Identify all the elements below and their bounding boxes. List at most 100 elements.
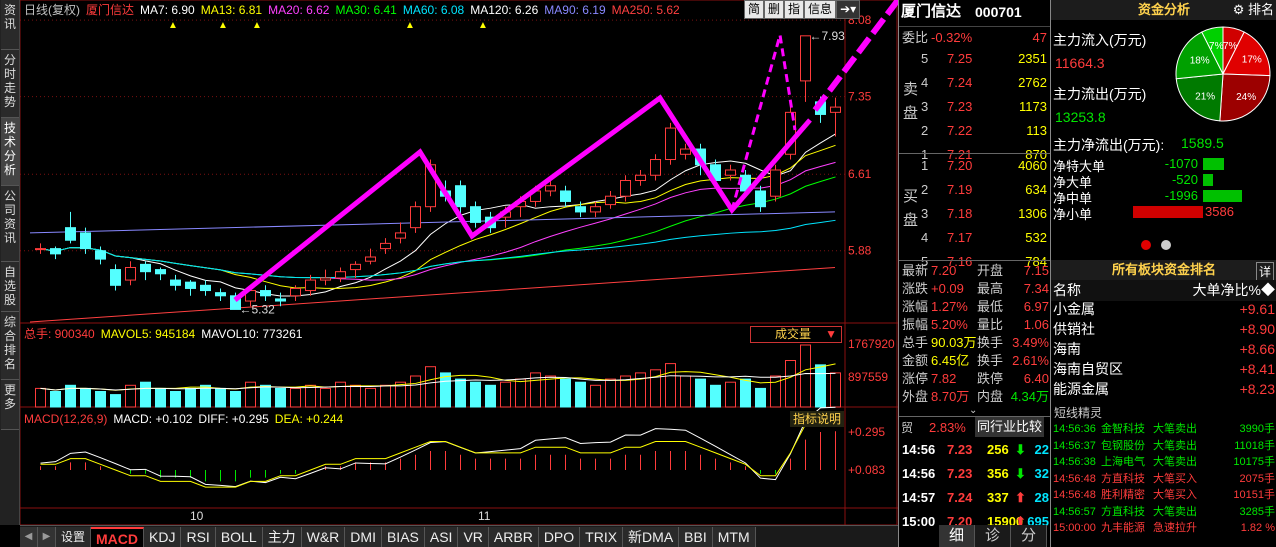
left-tab-4[interactable]: 自选股 bbox=[1, 262, 19, 312]
indicator-tab-9[interactable]: ASI bbox=[424, 526, 459, 547]
indicator-tab-2[interactable]: KDJ bbox=[144, 526, 182, 547]
indicator-tab-0[interactable]: 设置 bbox=[56, 526, 92, 547]
indicator-tab-7[interactable]: DMI bbox=[345, 526, 382, 547]
order-volume: 2351 bbox=[1018, 51, 1047, 66]
order-book-row[interactable]: 3 7.18 1306 bbox=[899, 203, 1051, 225]
indicator-tab-3[interactable]: RSI bbox=[181, 526, 216, 547]
left-tab-1[interactable]: 分时走势 bbox=[1, 50, 19, 118]
stat-label: 换手 bbox=[977, 353, 1004, 368]
kline-chart[interactable]: ←7.93 ←5.32 ▲ ▲ ▲ ▲ ▲ 8.08 7.35 6.61 5.88 1767920 89… bbox=[20, 0, 898, 525]
board-row[interactable]: 海南自贸区 +8.41 bbox=[1051, 359, 1276, 380]
toolbar-button-2[interactable]: 指 bbox=[784, 0, 805, 19]
stat-value: 90.03万 bbox=[931, 335, 977, 350]
left-tab-6[interactable]: 更多 bbox=[1, 380, 19, 430]
signal-marker-icon: ▲ bbox=[405, 20, 415, 31]
jl-message[interactable]: 14:56:36 金智科技 大笔卖出 3990手 bbox=[1053, 422, 1276, 437]
left-tab-0[interactable]: 资讯 bbox=[1, 0, 19, 50]
ma-value-3: MA30: 6.41 bbox=[335, 3, 397, 17]
indicator-tab-8[interactable]: BIAS bbox=[381, 526, 425, 547]
stat-value: 8.70万 bbox=[931, 389, 970, 404]
order-book-row[interactable]: 2 7.19 634 bbox=[899, 179, 1051, 201]
low-marker: ←5.32 bbox=[240, 302, 276, 316]
indicator-tab-11[interactable]: ARBR bbox=[488, 526, 539, 547]
indicator-tab-16[interactable]: MTM bbox=[712, 526, 756, 547]
outflow-label: 主力流出(万元) bbox=[1053, 86, 1147, 102]
left-tab-5[interactable]: 综合排名 bbox=[1, 312, 19, 380]
indicator-tab-5[interactable]: 主力 bbox=[262, 526, 302, 547]
indicator-tab-14[interactable]: 新DMA bbox=[623, 526, 680, 547]
col-value[interactable]: 大单净比%◆ bbox=[1193, 280, 1275, 301]
red-dot-icon[interactable] bbox=[1141, 240, 1151, 250]
indicator-tab-15[interactable]: BBI bbox=[679, 526, 713, 547]
volume-legend: 总手: 900340 MAVOL5: 945184 MAVOL10: 773261 bbox=[24, 327, 308, 341]
indicator-tab-6[interactable]: W&R bbox=[301, 526, 346, 547]
arrow-down-icon: ⬇ bbox=[1015, 442, 1026, 457]
order-book-row[interactable]: 3 7.23 1173 bbox=[899, 96, 1051, 118]
volume-bar bbox=[320, 387, 331, 408]
indicator-tab-13[interactable]: TRIX bbox=[580, 526, 624, 547]
board-row[interactable]: 能源金属 +8.23 bbox=[1051, 379, 1276, 400]
jl-message[interactable]: 14:56:48 方直科技 大笔买入 2075手 bbox=[1053, 472, 1276, 487]
order-price: 7.24 bbox=[947, 75, 973, 90]
scroll-left-icon[interactable]: ◀ bbox=[20, 526, 38, 547]
order-price: 7.23 bbox=[947, 99, 973, 114]
left-tab-2[interactable]: 技术分析 bbox=[1, 118, 19, 186]
quote-tab-2[interactable]: 分 bbox=[1011, 525, 1047, 547]
candle-body bbox=[290, 287, 301, 297]
jl-message[interactable]: 14:56:37 包钢股份 大笔卖出 11018手 bbox=[1053, 439, 1276, 454]
stat-label: 金额 bbox=[902, 353, 929, 368]
quote-tabs: 细诊分 bbox=[939, 525, 1047, 547]
scroll-right-icon[interactable]: ▶ bbox=[38, 526, 56, 547]
order-book-row[interactable]: 4 7.17 532 bbox=[899, 227, 1051, 249]
order-price: 7.18 bbox=[947, 206, 973, 221]
tick-time: 14:57 bbox=[902, 490, 936, 505]
quote-tab-0[interactable]: 细 bbox=[939, 525, 975, 547]
indicator-tab-4[interactable]: BOLL bbox=[215, 526, 263, 547]
toolbar-button-1[interactable]: 删 bbox=[764, 0, 785, 19]
indicator-help-button[interactable]: 指标说明 bbox=[790, 411, 844, 427]
indicator-tab-12[interactable]: DPO bbox=[538, 526, 581, 547]
board-detail-button[interactable]: 详 bbox=[1255, 262, 1274, 281]
order-book-row[interactable]: 5 7.25 2351 bbox=[899, 48, 1051, 70]
candle-body bbox=[65, 227, 76, 241]
toolbar-button-3[interactable]: 信息 bbox=[804, 0, 837, 19]
indicator-select[interactable]: 成交量 ▼ bbox=[750, 326, 842, 343]
ma-value-7: MA250: 5.62 bbox=[611, 3, 680, 17]
candle-body bbox=[575, 206, 586, 213]
board-row[interactable]: 供销社 +8.90 bbox=[1051, 319, 1276, 340]
ma-value-2: MA20: 6.62 bbox=[268, 3, 330, 17]
candle-body bbox=[620, 179, 631, 197]
toolbar-button-0[interactable]: 简 bbox=[744, 0, 765, 19]
left-tab-3[interactable]: 公司资讯 bbox=[1, 186, 19, 262]
indicator-tab-1[interactable]: MACD bbox=[91, 526, 145, 547]
volume-bar bbox=[110, 394, 121, 408]
macd-legend: MACD(12,26,9) MACD: +0.102 DIFF: +0.295 DEA… bbox=[24, 412, 349, 426]
board-name: 能源金属 bbox=[1053, 381, 1109, 397]
indicator-tab-10[interactable]: VR bbox=[458, 526, 489, 547]
jl-time: 14:56:48 bbox=[1053, 472, 1096, 485]
jl-message[interactable]: 14:56:57 方直科技 大笔卖出 3285手 bbox=[1053, 505, 1276, 520]
volume-axis-label: 897559 bbox=[848, 370, 888, 384]
tick-row: 14:57 7.24 337 ⬆ 28 bbox=[899, 487, 1051, 509]
jl-message[interactable]: 15:00:00 九丰能源 急速拉升 1.82 % bbox=[1053, 521, 1276, 536]
candle-body bbox=[410, 206, 421, 229]
volume-bar bbox=[455, 378, 466, 408]
board-row[interactable]: 海南 +8.66 bbox=[1051, 339, 1276, 360]
board-row[interactable]: 小金属 +9.61 bbox=[1051, 299, 1276, 320]
jl-message[interactable]: 14:56:48 胜利精密 大笔买入 10151手 bbox=[1053, 488, 1276, 503]
jl-message[interactable]: 14:56:38 上海电气 大笔卖出 10175手 bbox=[1053, 455, 1276, 470]
order-book-row[interactable]: 4 7.24 2762 bbox=[899, 72, 1051, 94]
stat-value: 6.40 bbox=[1023, 371, 1049, 386]
volume-bar bbox=[275, 387, 286, 408]
candle-body bbox=[455, 185, 466, 208]
rank-button[interactable]: ⚙ 排名 bbox=[1233, 0, 1274, 20]
order-book-row[interactable]: 2 7.22 113 bbox=[899, 120, 1051, 142]
gray-dot-icon[interactable] bbox=[1161, 240, 1171, 250]
stat-value: 2.61% bbox=[1012, 353, 1049, 368]
quote-tab-1[interactable]: 诊 bbox=[975, 525, 1011, 547]
dropdown-arrow-icon[interactable]: ➔▾ bbox=[836, 0, 861, 19]
compare-button[interactable]: 同行业比较 bbox=[975, 417, 1045, 437]
expand-icon[interactable]: ⌄ bbox=[969, 405, 977, 416]
order-book-row[interactable]: 1 7.20 4060 bbox=[899, 155, 1051, 177]
pie-label: 18% bbox=[1190, 56, 1210, 67]
